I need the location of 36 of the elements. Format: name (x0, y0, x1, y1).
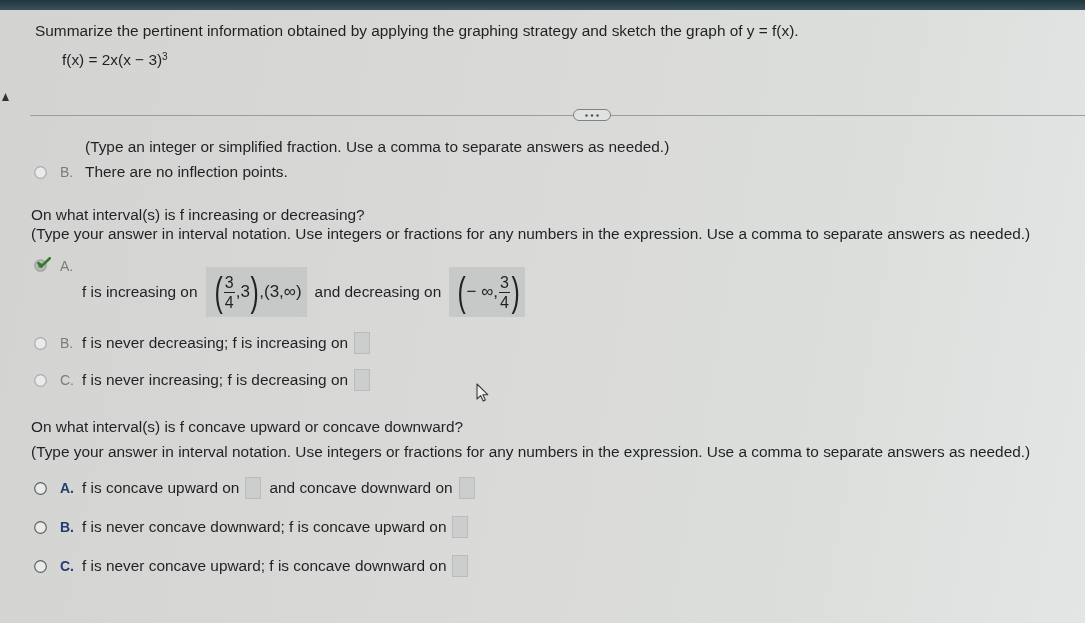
option-letter: C. (60, 557, 75, 576)
note-text: (Type an integer or simplified fraction. Use a comma to separate answers as needed.) (85, 138, 671, 156)
question-prompt: On what interval(s) is f concave upward or concave downward? (31, 417, 464, 436)
radio-button[interactable] (34, 521, 47, 534)
option-text: f is never concave downward; f is concave upward on (82, 517, 447, 537)
answer-box[interactable] (354, 369, 371, 391)
option-letter: B. (60, 334, 75, 353)
answer-box[interactable] (452, 516, 469, 538)
question-prompt: On what interval(s) is f increasing or decreasing? (31, 205, 366, 224)
option-letter: B. (60, 163, 75, 182)
option-text: f is increasing on (82, 282, 198, 302)
option-text: and concave downward on (269, 478, 453, 498)
radio-button[interactable] (34, 560, 47, 573)
mouse-pointer-icon (476, 383, 489, 402)
option-letter: A. (60, 257, 75, 276)
option-text: There are no inflection points. (85, 162, 288, 182)
option-letter: C. (60, 371, 75, 390)
option-text: f is never decreasing; f is increasing on (82, 333, 349, 353)
instruction-text: (Type your answer in interval notation. Use integers or fractions for any numbers in the expression. Use a comma to separate answers as needed.) (31, 442, 1032, 461)
function-formula: f(x) = 2x(x − 3)$^{3}$ (62, 51, 169, 69)
radio-button[interactable] (34, 482, 47, 495)
option-letter: B. (60, 518, 75, 537)
option-text: f is never concave upward; f is concave downward on (82, 556, 447, 576)
triangle-icon (2, 93, 9, 101)
instruction-text: (Type your answer in interval notation. Use integers or fractions for any numbers in the expression. Use a comma to separate answers as needed.) (31, 224, 1032, 243)
expand-button[interactable] (573, 109, 611, 121)
answer-box[interactable] (458, 477, 475, 499)
answer-box[interactable] (452, 555, 469, 577)
option-text: f is never increasing; f is decreasing on (82, 370, 349, 390)
problem-statement: Summarize the pertinent information obtained by applying the graphing strategy and sketch the graph of y = f(x). (35, 23, 800, 39)
option-text: f is concave upward on (82, 478, 240, 498)
option-text: and decreasing on (314, 282, 442, 302)
option-letter: A. (60, 479, 75, 498)
dots-icon (585, 113, 599, 117)
answer-box[interactable] (354, 332, 371, 354)
answer-box[interactable] (245, 477, 262, 499)
